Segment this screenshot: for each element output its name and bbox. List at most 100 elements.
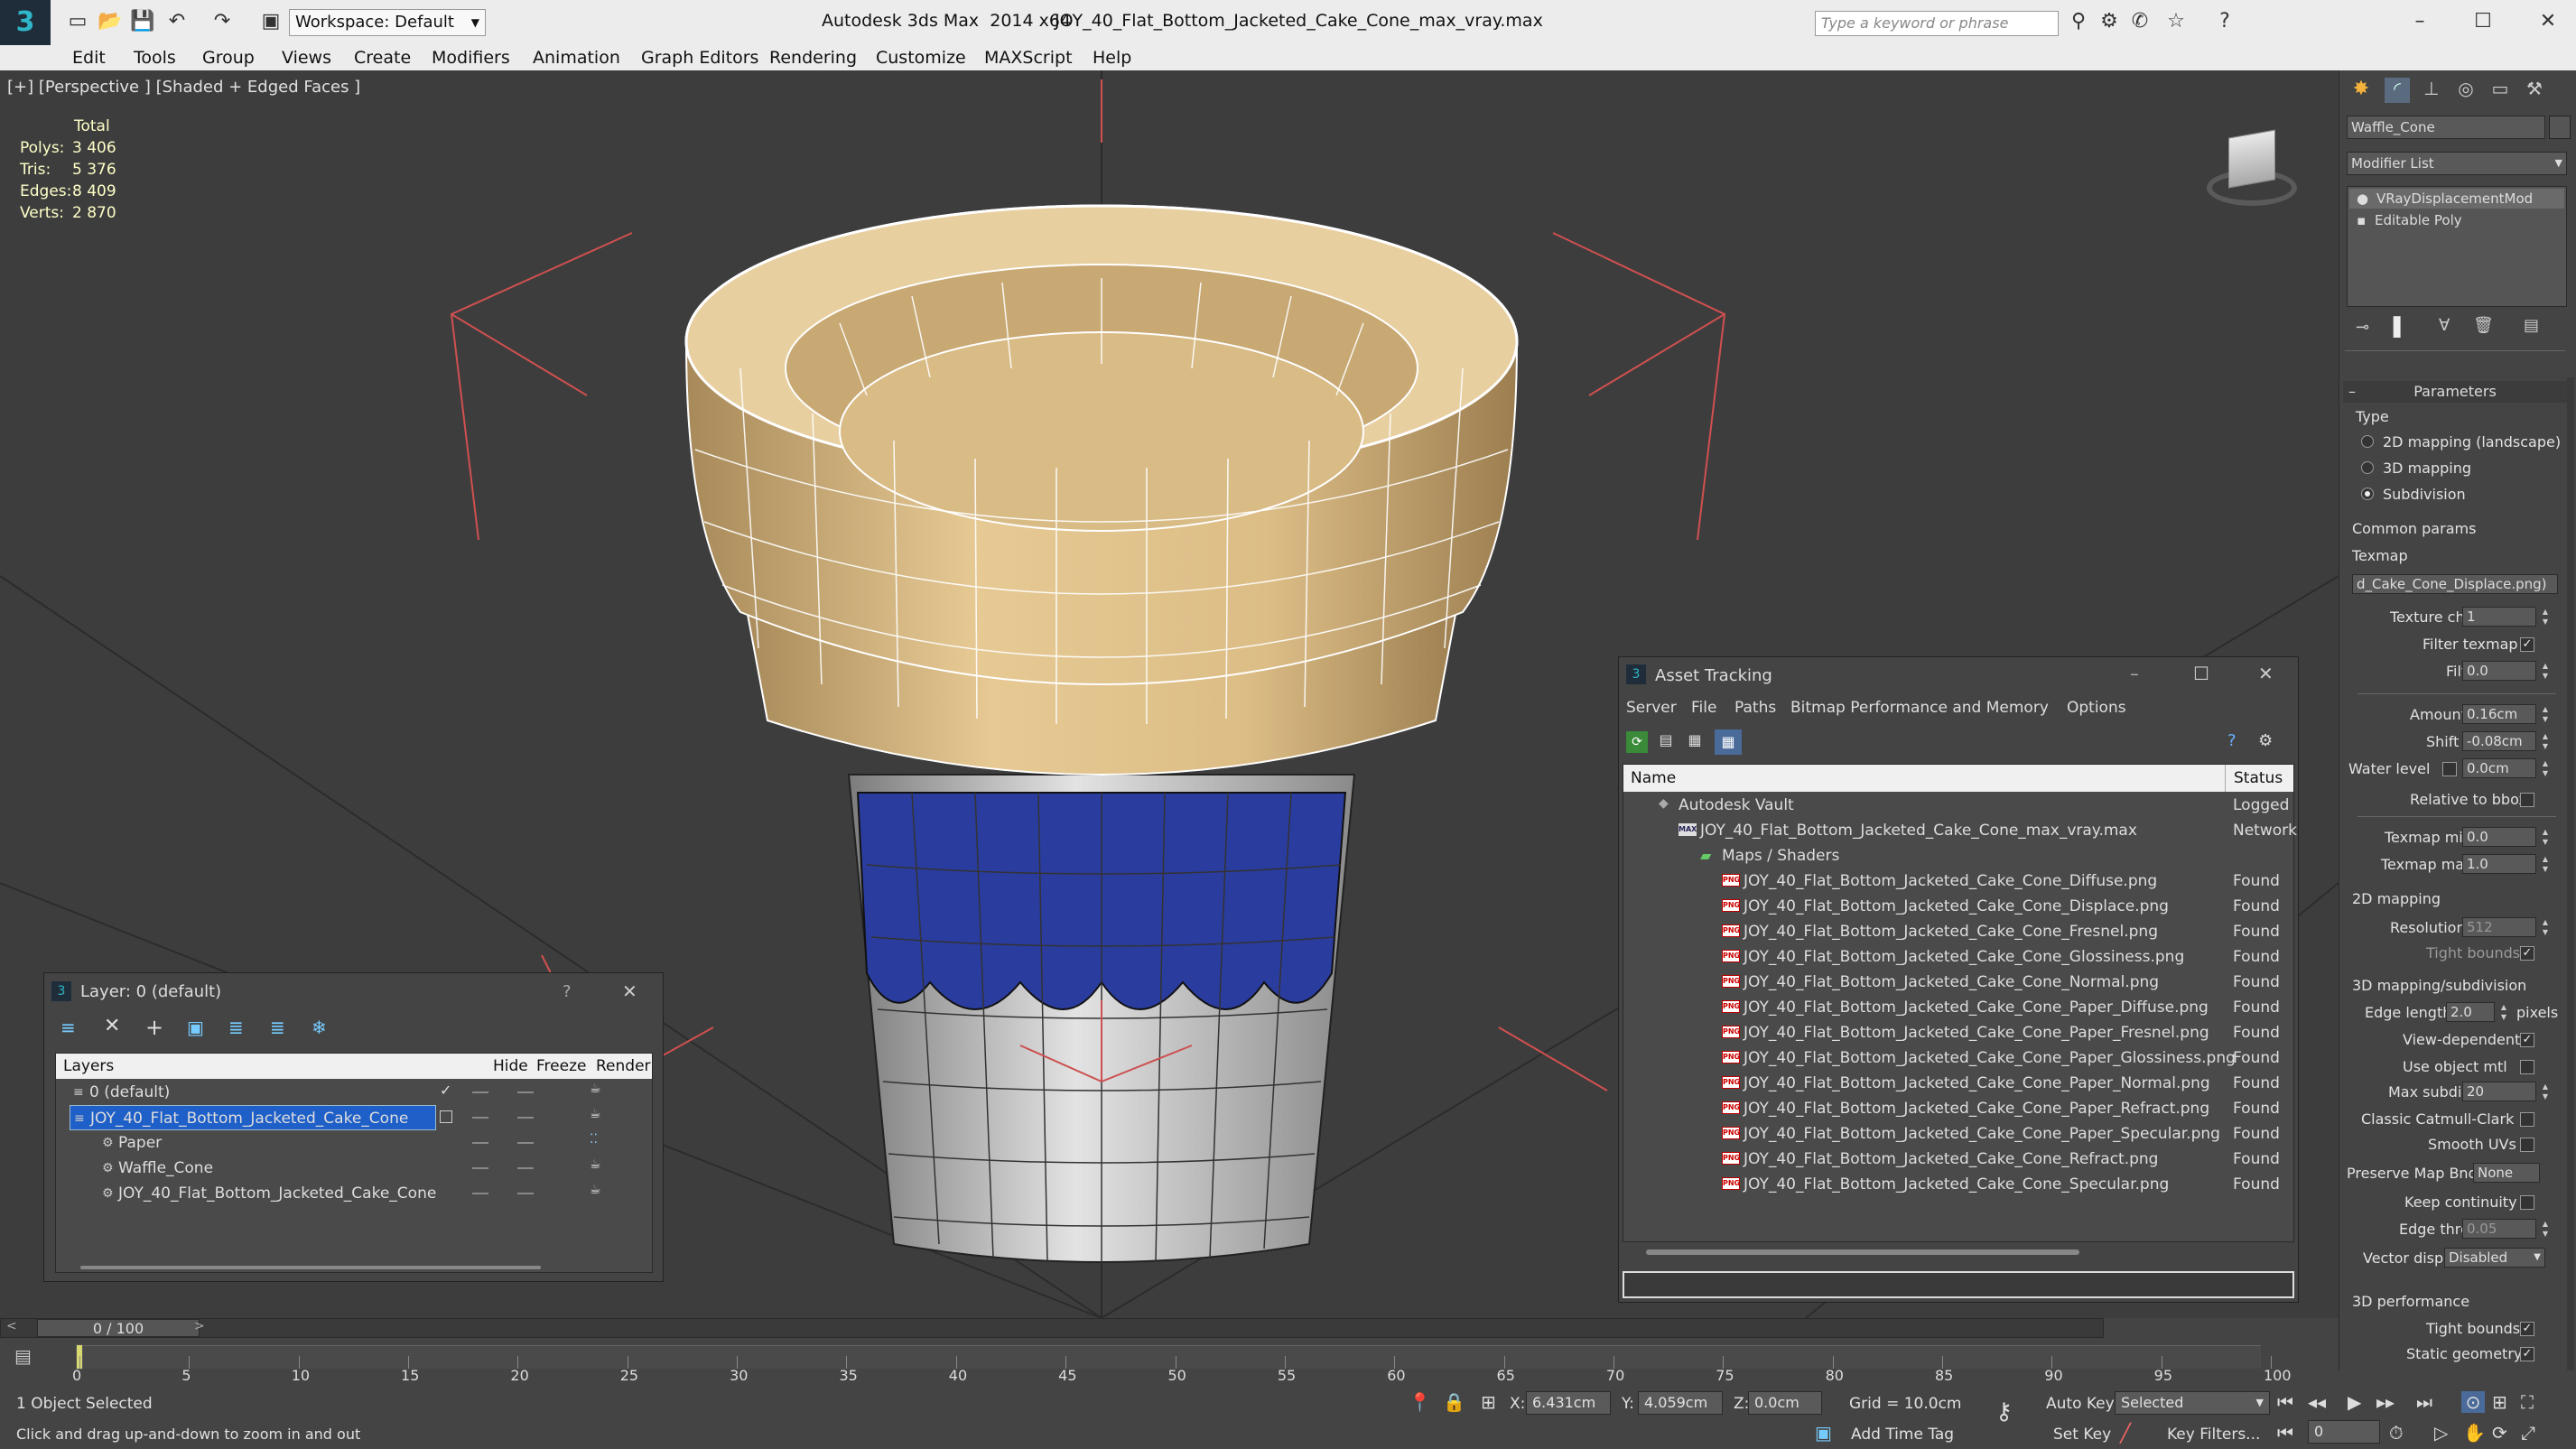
spinner-icon[interactable]: ▲ ▼ bbox=[2540, 1219, 2551, 1239]
zoom-all-icon[interactable]: ⊞ bbox=[2492, 1391, 2507, 1413]
resolution-input[interactable]: 512 bbox=[2462, 917, 2536, 937]
close-icon[interactable]: ✕ bbox=[2258, 663, 2274, 684]
favorites-star-icon[interactable]: ☆ bbox=[2162, 7, 2190, 36]
hide-toggle[interactable] bbox=[472, 1091, 488, 1093]
workspace-dropdown[interactable]: Workspace: Default ▼ bbox=[289, 9, 486, 36]
object-name-field[interactable]: Waffle_Cone bbox=[2347, 116, 2545, 139]
add-time-tag-button[interactable]: Add Time Tag bbox=[1851, 1426, 1954, 1444]
create-layer-icon[interactable]: ≡ bbox=[60, 1017, 76, 1038]
modifier-list-dropdown[interactable]: Modifier List ▼ bbox=[2347, 152, 2567, 175]
asset-tracking-titlebar[interactable]: 3 Asset Tracking – ☐ ✕ bbox=[1619, 657, 2298, 693]
spinner-icon[interactable]: ▲ ▼ bbox=[2540, 661, 2551, 681]
radio-2d-mapping[interactable] bbox=[2361, 435, 2374, 448]
maximize-icon[interactable]: ☐ bbox=[2469, 7, 2497, 36]
pan-view-icon[interactable]: ✋ bbox=[2463, 1422, 2486, 1444]
hide-toggle[interactable] bbox=[472, 1193, 488, 1194]
vector-displ-dropdown[interactable]: Disabled ▼ bbox=[2444, 1248, 2545, 1268]
configure-sets-icon[interactable]: ▤ bbox=[2524, 316, 2539, 335]
parameters-rollout-header[interactable]: – Parameters bbox=[2343, 381, 2567, 403]
asset-file-row[interactable]: PNG JOY_40_Flat_Bottom_Jacketed_Cake_Cone… bbox=[1623, 1045, 2294, 1071]
minimize-icon[interactable]: – bbox=[2405, 7, 2434, 36]
menu-customize[interactable]: Customize bbox=[876, 45, 966, 70]
asset-file-row[interactable]: PNG JOY_40_Flat_Bottom_Jacketed_Cake_Cone… bbox=[1623, 1096, 2294, 1121]
detail-view-icon[interactable]: ▦ bbox=[1684, 731, 1706, 753]
time-config-icon[interactable]: ⏱ bbox=[2389, 1422, 2404, 1444]
menu-edit[interactable]: Edit bbox=[72, 45, 106, 70]
tight-bounds-perf-checkbox[interactable]: ✓ bbox=[2520, 1322, 2534, 1336]
select-layer-icon[interactable]: ≣ bbox=[228, 1017, 244, 1038]
layer-help-button[interactable]: ? bbox=[563, 982, 572, 1001]
next-frame-icon[interactable]: > bbox=[194, 1319, 205, 1333]
asset-file-row[interactable]: PNG JOY_40_Flat_Bottom_Jacketed_Cake_Cone… bbox=[1623, 944, 2294, 970]
isolate-selection-icon[interactable]: 📍 bbox=[1409, 1391, 1431, 1413]
render-teapot-icon[interactable]: ☕ bbox=[590, 1157, 601, 1172]
spinner-icon[interactable]: ▲ ▼ bbox=[2540, 607, 2551, 627]
menu-file[interactable]: File bbox=[1691, 699, 1716, 717]
play-icon[interactable]: ▶ bbox=[2348, 1391, 2361, 1413]
menu-create[interactable]: Create bbox=[354, 45, 411, 70]
smooth-uvs-checkbox[interactable] bbox=[2520, 1138, 2534, 1152]
layer-hscrollbar[interactable] bbox=[80, 1266, 541, 1269]
maximize-icon[interactable]: ☐ bbox=[2193, 663, 2209, 684]
menu-tools[interactable]: Tools bbox=[134, 45, 176, 70]
key-set-dropdown[interactable]: Selected ▼ bbox=[2115, 1391, 2270, 1415]
menu-rendering[interactable]: Rendering bbox=[769, 45, 857, 70]
use-object-mtl-checkbox[interactable] bbox=[2520, 1060, 2534, 1074]
asset-path-field[interactable] bbox=[1623, 1271, 2294, 1298]
asset-file-row[interactable]: PNG JOY_40_Flat_Bottom_Jacketed_Cake_Cone… bbox=[1623, 1121, 2294, 1147]
filter-blur-input[interactable]: 0.0 bbox=[2462, 661, 2536, 681]
lock-selection-icon[interactable]: 🔒 bbox=[1443, 1391, 1465, 1413]
key-mode-icon[interactable]: ⏮ bbox=[2277, 1422, 2293, 1444]
prev-frame-icon[interactable]: < bbox=[6, 1319, 17, 1333]
next-frame-icon[interactable]: ▸▸ bbox=[2376, 1391, 2395, 1413]
orbit-icon[interactable]: ⟳ bbox=[2492, 1422, 2507, 1444]
display-tab-icon[interactable]: ▭ bbox=[2488, 78, 2513, 103]
viewcube[interactable] bbox=[2201, 116, 2301, 215]
open-file-icon[interactable]: 📂 bbox=[96, 7, 125, 36]
freeze-toggle[interactable] bbox=[517, 1142, 534, 1144]
previous-frame-icon[interactable]: ◂◂ bbox=[2308, 1391, 2326, 1413]
asset-row-vault[interactable]: ◆ Autodesk Vault Logged bbox=[1623, 793, 2294, 818]
set-key-filter-icon[interactable]: ╱ bbox=[2120, 1422, 2131, 1444]
show-end-result-icon[interactable]: ▌ bbox=[2394, 316, 2407, 338]
key-filters-button[interactable]: Key Filters... bbox=[2167, 1426, 2260, 1444]
lightbulb-icon[interactable]: ● bbox=[2357, 189, 2368, 209]
zoom-icon[interactable]: ⊙ bbox=[2461, 1391, 2485, 1413]
classic-catmull-checkbox[interactable] bbox=[2520, 1112, 2534, 1127]
menu-animation[interactable]: Animation bbox=[533, 45, 620, 70]
render-teapot-icon[interactable]: ☕ bbox=[590, 1183, 601, 1197]
col-freeze-header[interactable]: Freeze bbox=[536, 1057, 586, 1075]
edge-thresh-input[interactable]: 0.05 bbox=[2462, 1219, 2536, 1239]
static-geometry-checkbox[interactable]: ✓ bbox=[2520, 1347, 2534, 1361]
menu-modifiers[interactable]: Modifiers bbox=[432, 45, 510, 70]
layer-titlebar[interactable]: 3 Layer: 0 (default) ? ✕ bbox=[44, 973, 663, 1009]
menu-options[interactable]: Options bbox=[2067, 699, 2126, 717]
spinner-icon[interactable]: ▲ ▼ bbox=[2540, 731, 2551, 751]
asset-file-row[interactable]: PNG JOY_40_Flat_Bottom_Jacketed_Cake_Cone… bbox=[1623, 1147, 2294, 1172]
menu-paths[interactable]: Paths bbox=[1734, 699, 1776, 717]
render-teapot-icon[interactable]: ⁚⁚ bbox=[590, 1132, 598, 1147]
mini-curve-editor-icon[interactable]: ▤ bbox=[14, 1345, 32, 1367]
settings-icon[interactable]: ⚙ bbox=[2258, 731, 2273, 750]
asset-file-row[interactable]: PNG JOY_40_Flat_Bottom_Jacketed_Cake_Cone… bbox=[1623, 1071, 2294, 1096]
track-bar[interactable] bbox=[76, 1344, 2261, 1370]
subscription-icon[interactable]: ⚙ bbox=[2095, 7, 2124, 36]
zoom-extents-icon[interactable]: ⛶ bbox=[2521, 1391, 2534, 1413]
new-file-icon[interactable]: ▭ bbox=[63, 7, 92, 36]
tight-bounds-checkbox[interactable]: ✓ bbox=[2520, 946, 2534, 961]
freeze-toggle[interactable] bbox=[517, 1167, 534, 1169]
hide-toggle[interactable] bbox=[472, 1167, 488, 1169]
texmap-min-input[interactable]: 0.0 bbox=[2462, 827, 2536, 847]
modifier-stack-item[interactable]: ● VRayDisplacementMod bbox=[2349, 189, 2564, 209]
asset-file-row[interactable]: PNG JOY_40_Flat_Bottom_Jacketed_Cake_Cone… bbox=[1623, 970, 2294, 995]
table-view-icon[interactable]: ▦ bbox=[1715, 729, 1742, 755]
hide-all-icon[interactable]: ≣ bbox=[270, 1017, 285, 1038]
freeze-toggle[interactable] bbox=[517, 1091, 534, 1093]
shift-input[interactable]: -0.08cm bbox=[2462, 731, 2536, 751]
spinner-icon[interactable]: ▲ ▼ bbox=[2540, 1082, 2551, 1101]
render-teapot-icon[interactable]: ☕ bbox=[590, 1082, 601, 1096]
close-icon[interactable]: ✕ bbox=[2534, 7, 2562, 36]
x-coord-input[interactable]: 6.431cm bbox=[1526, 1391, 1611, 1415]
refresh-icon[interactable]: ⟳ bbox=[1626, 731, 1648, 753]
asset-row-maps-folder[interactable]: ▰ Maps / Shaders bbox=[1623, 843, 2294, 868]
